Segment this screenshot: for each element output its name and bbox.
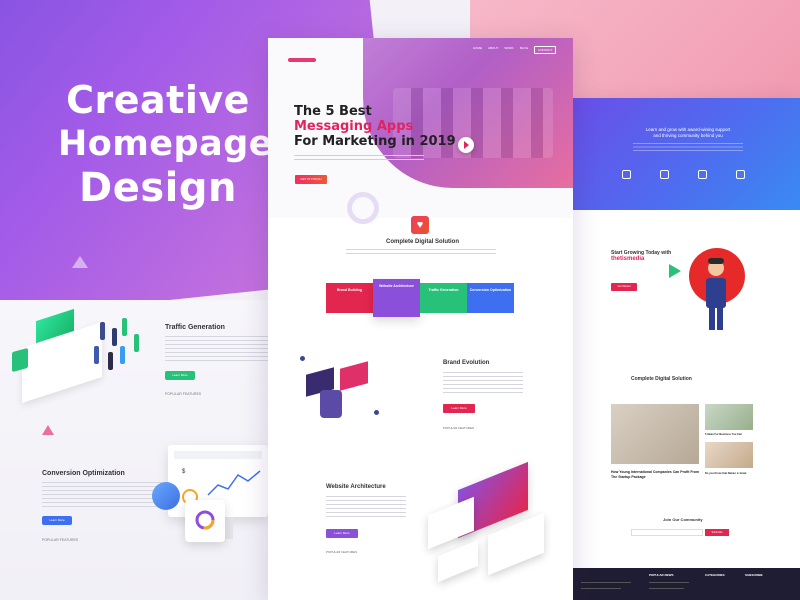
- service-tiles: Brand Building Website Architecture Traf…: [326, 279, 514, 317]
- news-caption: How Young International Companies Can Pr…: [611, 470, 700, 479]
- service-tile-title: Brand Building: [336, 288, 363, 292]
- newsletter-title: Join Our Community: [663, 517, 703, 522]
- center-title-line3: For Marketing in 2019: [294, 134, 456, 149]
- triangle-icon: [42, 425, 54, 435]
- feature-icon: [697, 170, 707, 179]
- nav-item[interactable]: HOME: [473, 46, 482, 54]
- center-title-line1: The 5 Best: [294, 104, 372, 119]
- news-photo: [705, 404, 753, 430]
- right-footer: POPULAR NEWS CATEGORIES SUBSCRIBE: [573, 568, 800, 600]
- subscribe-button[interactable]: Subscribe: [705, 529, 729, 536]
- right-section-title: Complete Digital Solution: [631, 376, 692, 382]
- brand-popular-features-label: POPULAR FEATURES: [443, 426, 474, 430]
- hero-title-line3: Design: [79, 165, 237, 211]
- right-hero: Learn and grow with award-wining support…: [573, 98, 800, 210]
- traffic-generation-heading: Traffic Generation: [165, 324, 225, 331]
- center-hero-subtext: [294, 155, 424, 163]
- news-caption: 5 Ideas For Business You Can: [705, 433, 742, 436]
- footer-heading: SUBSCRIBE: [745, 573, 763, 577]
- footer-heading: CATEGORIES: [705, 573, 725, 577]
- website-architecture-text: [326, 496, 406, 520]
- feature-icon: [735, 170, 745, 179]
- nav-item[interactable]: ABOUT: [488, 46, 498, 54]
- feature-icon: [621, 170, 631, 179]
- brand-learn-more-button[interactable]: Learn More: [443, 404, 475, 413]
- triangle-icon: [669, 264, 681, 278]
- brand-evolution-heading: Brand Evolution: [443, 360, 490, 366]
- traffic-popular-features-label: POPULAR FEATURES: [165, 392, 202, 396]
- traffic-generation-text: [165, 336, 285, 362]
- website-popular-features-label: POPULAR FEATURES: [326, 550, 357, 554]
- blue-sphere-decoration: [152, 482, 180, 510]
- nav-contact-button[interactable]: CONTACT: [534, 46, 557, 54]
- feature-item: [689, 170, 715, 182]
- traffic-learn-more-button[interactable]: Learn More: [165, 371, 195, 380]
- start-growing-heading: Start Growing Today with thetismedia: [611, 250, 671, 262]
- nav-item[interactable]: BLOG: [520, 46, 528, 54]
- service-tile[interactable]: Traffic Generation: [420, 283, 467, 313]
- right-hero-title: Learn and grow with award-wining support…: [623, 127, 753, 139]
- service-tile[interactable]: Conversion Optimization: [467, 283, 514, 313]
- service-tile-title: Conversion Optimization: [469, 288, 512, 292]
- service-tile[interactable]: Brand Building: [326, 283, 373, 313]
- website-architecture-heading: Website Architecture: [326, 484, 386, 490]
- feature-icon: [659, 170, 669, 179]
- play-icon[interactable]: [458, 137, 474, 153]
- right-preview-card: Learn and grow with award-wining support…: [573, 98, 800, 600]
- svg-text:$: $: [182, 469, 186, 475]
- office-photo: [611, 404, 699, 464]
- get-in-touch-button[interactable]: GET IN TOUCH: [295, 175, 327, 184]
- center-hero: HOME ABOUT WORK BLOG CONTACT The 5 Best …: [268, 38, 573, 218]
- center-homepage-card: HOME ABOUT WORK BLOG CONTACT The 5 Best …: [268, 38, 573, 600]
- feature-item: [613, 170, 639, 182]
- conversion-optimization-heading: Conversion Optimization: [42, 470, 125, 477]
- service-tile[interactable]: Website Architecture: [373, 279, 420, 317]
- right-hero-title-line2: and thriving community behind you: [653, 133, 723, 138]
- center-hero-title: The 5 Best Messaging Apps For Marketing …: [294, 104, 456, 149]
- hero-title: Creative Homepage Design: [58, 78, 274, 211]
- website-learn-more-button[interactable]: Learn More: [326, 529, 358, 538]
- news-photo: [705, 442, 753, 468]
- center-section-title: Complete Digital Solution: [386, 239, 459, 245]
- center-title-line2: Messaging Apps: [294, 119, 414, 134]
- get-started-button[interactable]: Get Started: [611, 283, 637, 291]
- logo[interactable]: [288, 58, 316, 62]
- newsletter-email-field[interactable]: [631, 529, 703, 536]
- center-section-text: [346, 249, 496, 257]
- conversion-optimization-text: [42, 482, 162, 508]
- footer-heading: POPULAR NEWS: [649, 573, 674, 577]
- nav-item[interactable]: WORK: [504, 46, 513, 54]
- feature-item: [651, 170, 677, 182]
- right-hero-text: [633, 143, 743, 153]
- hero-title-line2: Homepage: [58, 124, 274, 164]
- top-nav: HOME ABOUT WORK BLOG CONTACT: [473, 46, 557, 54]
- brand-name: thetismedia: [611, 256, 645, 262]
- phone-illustration: [12, 347, 28, 373]
- ring-decoration: [347, 192, 379, 224]
- triangle-icon: [72, 256, 88, 268]
- iso-website-illustration: [418, 461, 568, 600]
- conversion-learn-more-button[interactable]: Learn More: [42, 516, 72, 525]
- iso-screen-illustration: [340, 361, 368, 391]
- iso-chair-illustration: [320, 390, 342, 418]
- hero-title-line1: Creative: [66, 78, 250, 122]
- service-tile-title: Traffic Generation: [428, 288, 459, 292]
- service-tile-title: Website Architecture: [379, 284, 414, 288]
- donut-card-illustration: [185, 500, 225, 542]
- feature-item: [727, 170, 753, 182]
- brand-badge-icon: ♥: [411, 216, 429, 234]
- news-caption: Do you Know that Nature is Great: [705, 472, 747, 475]
- businessman-illustration: [706, 258, 726, 330]
- conversion-popular-features-label: POPULAR FEATURES: [42, 538, 79, 542]
- brand-evolution-text: [443, 372, 523, 396]
